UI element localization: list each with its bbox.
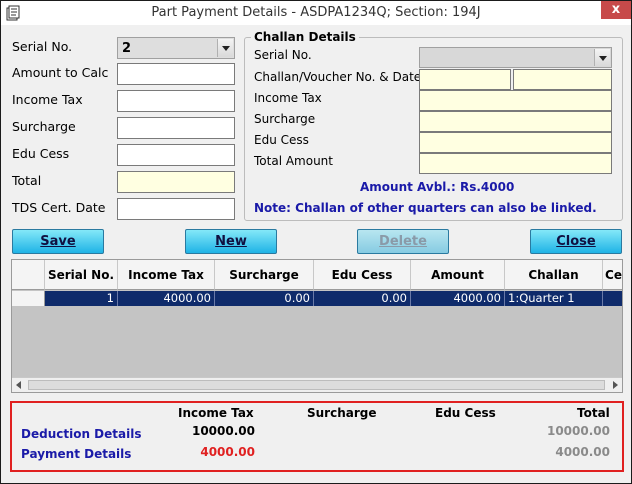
summary-header-income-tax: Income Tax: [178, 406, 254, 420]
tds-cert-date-label: TDS Cert. Date: [12, 200, 106, 215]
challan-edu-cess-field: [419, 132, 612, 153]
challan-serial-combo[interactable]: [419, 47, 612, 68]
challan-voucher-label: Challan/Voucher No. & Date: [254, 70, 422, 84]
challan-details-legend: Challan Details: [251, 30, 359, 44]
scrollbar-thumb[interactable]: [28, 380, 605, 390]
grid-corner: [12, 260, 45, 290]
horizontal-scrollbar[interactable]: [12, 377, 622, 392]
challan-voucher-no-field: [419, 69, 511, 90]
amount-to-calc-label: Amount to Calc: [12, 65, 109, 80]
scroll-left-icon[interactable]: [16, 381, 21, 389]
payment-income-tax-value: 4000.00: [200, 445, 255, 459]
total-label: Total: [12, 173, 42, 188]
serial-no-value: 2: [122, 41, 132, 56]
column-header-amount[interactable]: Amount: [411, 260, 505, 290]
deduction-details-label: Deduction Details: [21, 427, 142, 441]
column-header-serial[interactable]: Serial No.: [45, 260, 118, 290]
summary-header-total: Total: [577, 406, 610, 420]
total-field: [117, 171, 235, 193]
income-tax-input[interactable]: [117, 90, 235, 112]
delete-button[interactable]: Delete: [357, 229, 449, 254]
deduction-income-tax-value: 10000.00: [191, 424, 255, 438]
table-row-cell-surcharge[interactable]: 0.00: [215, 291, 314, 306]
challan-surcharge-field: [419, 111, 612, 132]
column-header-edu-cess[interactable]: Edu Cess: [314, 260, 411, 290]
table-row-cell-cert[interactable]: [603, 291, 622, 306]
window-title: Part Payment Details - ASDPA1234Q; Secti…: [151, 5, 481, 20]
chevron-down-icon[interactable]: [217, 39, 233, 57]
edu-cess-input[interactable]: [117, 144, 235, 166]
part-payment-window: Part Payment Details - ASDPA1234Q; Secti…: [0, 0, 632, 484]
row-selector[interactable]: [12, 291, 45, 306]
challan-income-tax-field: [419, 90, 612, 111]
amount-to-calc-input[interactable]: [117, 63, 235, 85]
challan-surcharge-label: Surcharge: [254, 112, 316, 126]
payment-grid[interactable]: Serial No. Income Tax Surcharge Edu Cess…: [11, 259, 623, 393]
column-header-challan[interactable]: Challan: [505, 260, 603, 290]
challan-income-tax-label: Income Tax: [254, 91, 322, 105]
table-row-cell-amount[interactable]: 4000.00: [411, 291, 505, 306]
amount-available-text: Amount Avbl.: Rs.4000: [360, 180, 515, 194]
save-button[interactable]: Save: [12, 229, 104, 254]
scroll-right-icon[interactable]: [613, 381, 618, 389]
payment-details-label: Payment Details: [21, 447, 132, 461]
window-close-button[interactable]: x: [601, 1, 631, 19]
table-row-cell-edu-cess[interactable]: 0.00: [314, 291, 411, 306]
income-tax-label: Income Tax: [12, 92, 83, 107]
column-header-income-tax[interactable]: Income Tax: [118, 260, 215, 290]
table-row-cell-income-tax[interactable]: 4000.00: [118, 291, 215, 306]
challan-date-field: [513, 69, 612, 90]
title-bar: Part Payment Details - ASDPA1234Q; Secti…: [1, 1, 631, 25]
challan-total-amount-label: Total Amount: [254, 154, 333, 168]
challan-note-text: Note: Challan of other quarters can also…: [254, 201, 597, 215]
serial-no-label: Serial No.: [12, 39, 73, 54]
challan-serial-label: Serial No.: [254, 48, 312, 62]
serial-no-combo[interactable]: 2: [117, 37, 235, 59]
summary-panel: Income Tax Surcharge Edu Cess Total Dedu…: [10, 401, 624, 472]
table-row-cell-challan[interactable]: 1:Quarter 1: [505, 291, 603, 306]
deduction-total-value: 10000.00: [546, 424, 610, 438]
grid-header: Serial No. Income Tax Surcharge Edu Cess…: [12, 260, 622, 290]
new-button[interactable]: New: [185, 229, 277, 254]
challan-edu-cess-label: Edu Cess: [254, 133, 309, 147]
summary-header-edu-cess: Edu Cess: [435, 406, 496, 420]
table-row-cell-serial[interactable]: 1: [45, 291, 118, 306]
summary-header-surcharge: Surcharge: [307, 406, 377, 420]
close-button[interactable]: Close: [530, 229, 622, 254]
edu-cess-label: Edu Cess: [12, 146, 70, 161]
chevron-down-icon[interactable]: [594, 49, 610, 66]
column-header-surcharge[interactable]: Surcharge: [215, 260, 314, 290]
surcharge-input[interactable]: [117, 117, 235, 139]
tds-cert-date-input[interactable]: [117, 198, 235, 220]
challan-total-amount-field: [419, 153, 612, 174]
surcharge-label: Surcharge: [12, 119, 76, 134]
column-header-cert[interactable]: Ce: [603, 260, 622, 290]
payment-total-value: 4000.00: [555, 445, 610, 459]
